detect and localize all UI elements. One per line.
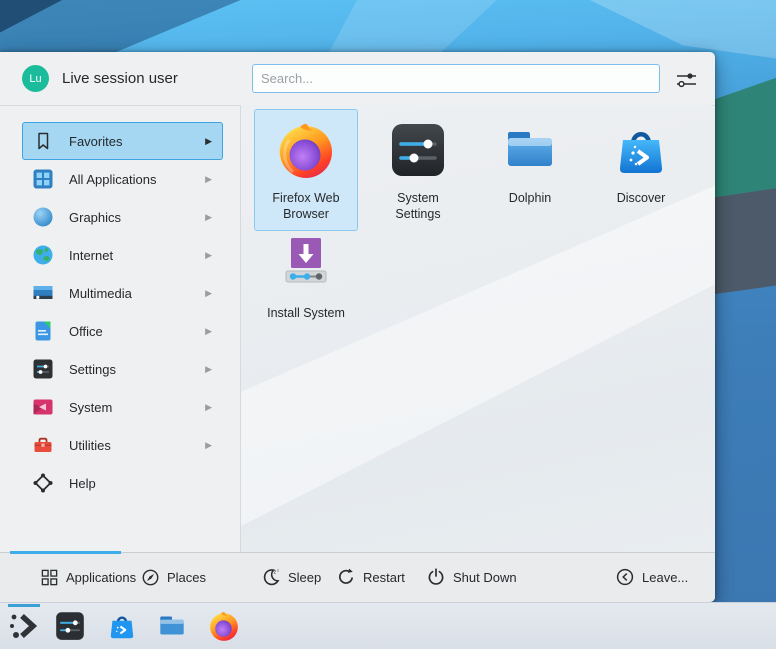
sidebar-item-graphics[interactable]: Graphics ▶ [22,198,223,236]
configure-button[interactable] [671,68,701,92]
taskbar-application-launcher-button[interactable] [6,608,42,644]
action-label: Shut Down [453,570,517,585]
avatar-initials: Lu [29,73,41,85]
sidebar-item-help[interactable]: Help [22,464,223,502]
sidebar-item-label: Office [69,324,205,339]
restart-arrow-icon [336,567,356,587]
system-settings-icon [53,609,87,643]
chevron-right-icon: ▶ [205,326,212,337]
chevron-right-icon: ▶ [205,364,212,375]
discover-bag-icon [609,118,673,182]
help-icon [31,471,55,495]
system-settings-icon [386,118,450,182]
sidebar-item-label: Favorites [69,134,205,149]
chevron-right-icon: ▶ [205,440,212,451]
search-input[interactable] [252,64,660,93]
action-label: Leave... [642,570,688,585]
bookmark-icon [31,129,55,153]
app-item-label: Firefox Web Browser [262,190,350,222]
app-item-firefox[interactable]: Firefox Web Browser [254,109,358,231]
sidebar-item-label: Settings [69,362,205,377]
toolbox-icon [31,433,55,457]
app-item-dolphin[interactable]: Dolphin [478,109,582,215]
taskbar-active-indicator [8,604,40,607]
chevron-right-icon: ▶ [205,250,212,261]
app-item-install-system[interactable]: Install System [254,224,358,330]
install-system-icon [274,233,338,297]
action-label: Restart [363,570,405,585]
tab-applications[interactable]: Applications [40,553,136,601]
all-applications-icon [31,167,55,191]
compass-icon [141,568,160,587]
sidebar-item-label: All Applications [69,172,205,187]
taskbar-system-settings-button[interactable] [52,608,88,644]
chevron-right-icon: ▶ [205,174,212,185]
globe-icon [31,243,55,267]
dolphin-folder-icon [155,609,189,643]
firefox-icon [207,609,241,643]
shut-down-button[interactable]: Shut Down [426,553,517,601]
office-document-icon [31,319,55,343]
kde-launcher-icon [7,609,41,643]
multimedia-screen-icon [31,281,55,305]
sleep-button[interactable]: z z Sleep [261,553,321,601]
restart-button[interactable]: Restart [336,553,405,601]
sidebar-item-label: Utilities [69,438,205,453]
grid-icon [40,568,59,587]
leave-button[interactable]: Leave... [615,553,688,601]
power-icon [426,567,446,587]
application-launcher-window: Lu Live session user Favorites ▶ [0,52,715,602]
chevron-right-icon: ▶ [205,288,212,299]
sidebar-item-internet[interactable]: Internet ▶ [22,236,223,274]
sidebar-item-utilities[interactable]: Utilities ▶ [22,426,223,464]
firefox-icon [274,118,338,182]
leave-circle-icon [615,567,635,587]
action-label: Sleep [288,570,321,585]
app-item-label: Install System [267,305,345,321]
launcher-footer: Applications Places z z Sleep [0,552,715,602]
taskbar-panel [0,602,776,649]
app-item-label: System Settings [374,190,462,222]
tab-label: Places [167,570,206,585]
settings-sliders-icon [31,357,55,381]
system-monitor-icon [31,395,55,419]
sidebar-item-label: Help [69,476,214,491]
tab-label: Applications [66,570,136,585]
taskbar-firefox-button[interactable] [206,608,242,644]
user-avatar[interactable]: Lu [22,65,49,92]
app-item-system-settings[interactable]: System Settings [366,109,470,231]
app-item-discover[interactable]: Discover [589,109,693,215]
tab-places[interactable]: Places [141,553,206,601]
chevron-right-icon: ▶ [205,212,212,223]
sidebar-item-system[interactable]: System ▶ [22,388,223,426]
favorites-grid: Firefox Web Browser System Settings [241,105,715,553]
sidebar-item-label: Internet [69,248,205,263]
app-item-label: Discover [617,190,666,206]
sliders-icon [673,68,699,92]
discover-bag-icon [105,609,139,643]
chevron-right-icon: ▶ [205,136,212,147]
sidebar-item-multimedia[interactable]: Multimedia ▶ [22,274,223,312]
sidebar-item-office[interactable]: Office ▶ [22,312,223,350]
user-name: Live session user [62,52,178,105]
taskbar-discover-button[interactable] [104,608,140,644]
taskbar-dolphin-button[interactable] [154,608,190,644]
chevron-right-icon: ▶ [205,402,212,413]
graphics-sphere-icon [31,205,55,229]
dolphin-folder-icon [498,118,562,182]
svg-text:z: z [277,568,279,573]
sidebar-item-label: System [69,400,205,415]
sidebar-item-label: Multimedia [69,286,205,301]
sidebar-item-favorites[interactable]: Favorites ▶ [22,122,223,160]
moon-icon: z z [261,567,281,587]
app-item-label: Dolphin [509,190,551,206]
sidebar-item-all-applications[interactable]: All Applications ▶ [22,160,223,198]
category-sidebar: Favorites ▶ All Applications ▶ [0,105,240,553]
launcher-header: Lu Live session user [0,52,715,106]
sidebar-item-settings[interactable]: Settings ▶ [22,350,223,388]
sidebar-item-label: Graphics [69,210,205,225]
